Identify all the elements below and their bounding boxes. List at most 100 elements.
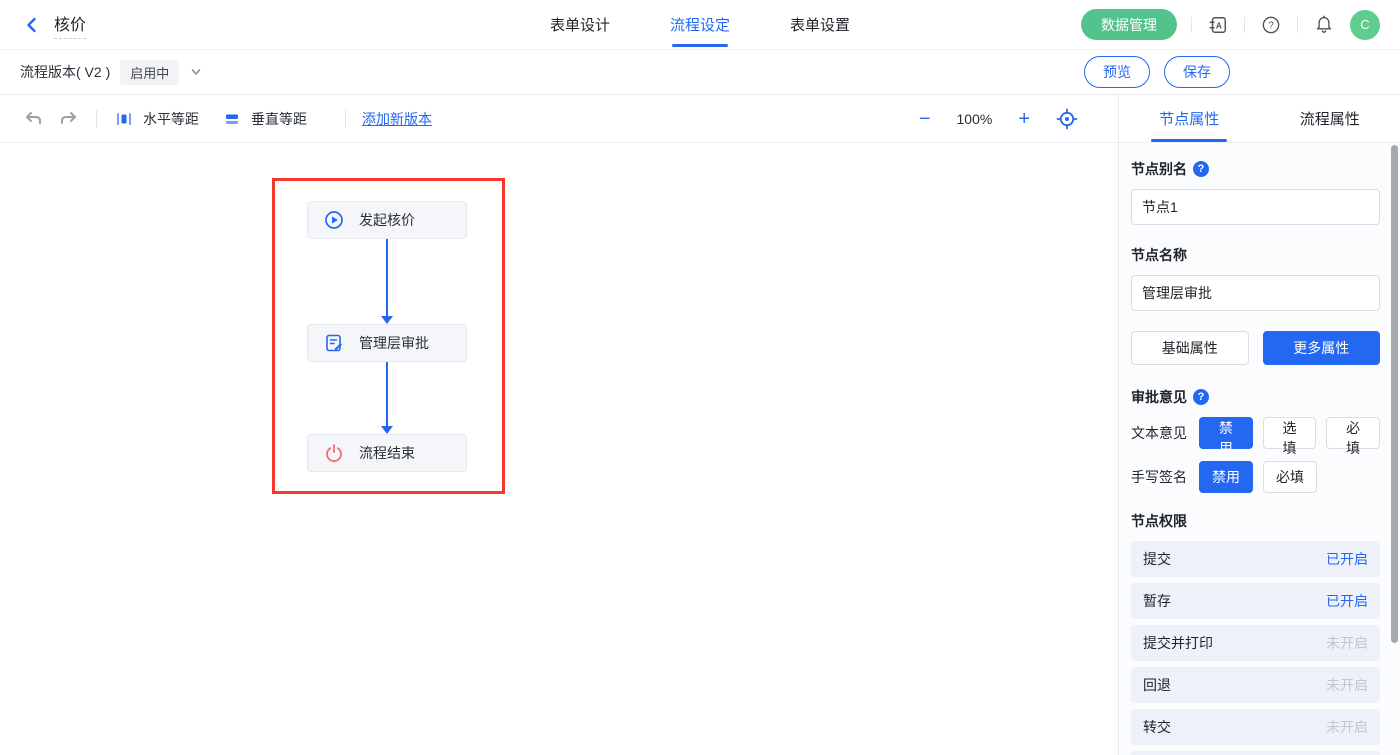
flow-edge bbox=[386, 239, 388, 317]
document-edit-icon bbox=[322, 331, 346, 355]
top-header: 核价 表单设计 流程设定 表单设置 数据管理 A ? C bbox=[0, 0, 1400, 50]
canvas-toolbar: 水平等距 垂直等距 添加新版本 − 100% + bbox=[0, 95, 1118, 143]
node-alias-input[interactable] bbox=[1131, 189, 1380, 225]
tab-flow-properties[interactable]: 流程属性 bbox=[1260, 95, 1400, 142]
panel-scrollbar[interactable] bbox=[1391, 145, 1398, 643]
chevron-left-icon bbox=[20, 13, 44, 37]
redo-icon[interactable] bbox=[58, 108, 80, 130]
save-button[interactable]: 保存 bbox=[1164, 56, 1230, 88]
divider bbox=[96, 110, 97, 128]
zoom-in-button[interactable]: + bbox=[1018, 109, 1030, 129]
flow-node-start[interactable]: 发起核价 bbox=[307, 201, 467, 239]
permission-label: 转交 bbox=[1143, 717, 1171, 737]
flow-node-approval[interactable]: 管理层审批 bbox=[307, 324, 467, 362]
flow-edge bbox=[386, 362, 388, 426]
svg-text:A: A bbox=[1216, 20, 1222, 30]
tab-form-design[interactable]: 表单设计 bbox=[550, 0, 610, 50]
tab-form-setting[interactable]: 表单设置 bbox=[790, 0, 850, 50]
permission-row-partial[interactable] bbox=[1131, 751, 1380, 755]
property-mode-buttons: 基础属性 更多属性 bbox=[1131, 331, 1380, 365]
flow-canvas[interactable]: 发起核价 管理层审批 流程结束 bbox=[0, 143, 1118, 755]
approval-opinion-label: 审批意见 bbox=[1131, 387, 1187, 407]
vertical-distribute-icon bbox=[221, 108, 243, 130]
permission-row-submit[interactable]: 提交 已开启 bbox=[1131, 541, 1380, 577]
node-alias-section: 节点别名 ? bbox=[1131, 159, 1380, 179]
signature-disable-button[interactable]: 禁用 bbox=[1199, 461, 1253, 493]
divider bbox=[345, 110, 346, 128]
text-opinion-label: 文本意见 bbox=[1131, 423, 1199, 443]
permission-status: 未开启 bbox=[1326, 633, 1368, 653]
flow-node-end[interactable]: 流程结束 bbox=[307, 434, 467, 472]
permission-row-submit-print[interactable]: 提交并打印 未开启 bbox=[1131, 625, 1380, 661]
permission-label: 提交 bbox=[1143, 549, 1171, 569]
question-circle-icon[interactable]: ? bbox=[1193, 389, 1209, 405]
tab-flow-setting[interactable]: 流程设定 bbox=[670, 0, 730, 50]
panel-content: 节点别名 ? 节点名称 基础属性 更多属性 审批意见 ? 文本意见 bbox=[1119, 143, 1400, 755]
app-window: 核价 表单设计 流程设定 表单设置 数据管理 A ? C 流程版本( V2 ) … bbox=[0, 0, 1400, 755]
help-icon[interactable]: ? bbox=[1259, 13, 1283, 37]
question-circle-icon[interactable]: ? bbox=[1193, 161, 1209, 177]
divider bbox=[1297, 17, 1298, 33]
panel-tabs: 节点属性 流程属性 bbox=[1119, 95, 1400, 143]
back-button[interactable] bbox=[20, 13, 44, 37]
status-badge: 启用中 bbox=[120, 60, 179, 85]
signature-required-button[interactable]: 必填 bbox=[1263, 461, 1317, 493]
divider bbox=[1191, 17, 1192, 33]
node-label: 管理层审批 bbox=[359, 333, 429, 353]
node-label: 流程结束 bbox=[359, 443, 415, 463]
permission-label: 提交并打印 bbox=[1143, 633, 1213, 653]
zoom-level: 100% bbox=[957, 111, 993, 127]
permission-status: 已开启 bbox=[1326, 549, 1368, 569]
more-properties-button[interactable]: 更多属性 bbox=[1263, 331, 1381, 365]
contacts-icon[interactable]: A bbox=[1206, 13, 1230, 37]
user-avatar[interactable]: C bbox=[1350, 10, 1380, 40]
header-actions: 数据管理 A ? C bbox=[1081, 9, 1380, 40]
text-opinion-optional-button[interactable]: 选填 bbox=[1263, 417, 1317, 449]
node-alias-label: 节点别名 bbox=[1131, 159, 1187, 179]
page-title: 核价 bbox=[54, 11, 86, 39]
node-name-label: 节点名称 bbox=[1131, 245, 1187, 265]
version-dropdown[interactable] bbox=[189, 65, 203, 79]
divider bbox=[1244, 17, 1245, 33]
node-permissions-section: 节点权限 bbox=[1131, 511, 1380, 531]
add-new-version-link[interactable]: 添加新版本 bbox=[362, 109, 432, 129]
vertical-distribute-label: 垂直等距 bbox=[251, 109, 307, 129]
permission-status: 未开启 bbox=[1326, 675, 1368, 695]
fit-view-icon[interactable] bbox=[1056, 108, 1078, 130]
permission-row-rollback[interactable]: 回退 未开启 bbox=[1131, 667, 1380, 703]
tab-node-properties[interactable]: 节点属性 bbox=[1119, 95, 1260, 142]
text-opinion-required-button[interactable]: 必填 bbox=[1326, 417, 1380, 449]
signature-row: 手写签名 禁用 必填 bbox=[1131, 461, 1380, 493]
permission-status: 未开启 bbox=[1326, 717, 1368, 737]
text-opinion-disable-button[interactable]: 禁用 bbox=[1199, 417, 1253, 449]
permission-status: 已开启 bbox=[1326, 591, 1368, 611]
undo-icon[interactable] bbox=[22, 108, 44, 130]
version-bar: 流程版本( V2 ) 启用中 预览 保存 bbox=[0, 50, 1400, 95]
bell-icon[interactable] bbox=[1312, 13, 1336, 37]
canvas-column: 水平等距 垂直等距 添加新版本 − 100% + bbox=[0, 95, 1118, 755]
version-actions: 预览 保存 bbox=[1084, 56, 1380, 88]
node-permissions-label: 节点权限 bbox=[1131, 511, 1187, 531]
permission-row-save-draft[interactable]: 暂存 已开启 bbox=[1131, 583, 1380, 619]
node-label: 发起核价 bbox=[359, 210, 415, 230]
vertical-distribute-button[interactable]: 垂直等距 bbox=[221, 108, 307, 130]
text-opinion-row: 文本意见 禁用 选填 必填 bbox=[1131, 417, 1380, 449]
permission-label: 回退 bbox=[1143, 675, 1171, 695]
zoom-controls: − 100% + bbox=[919, 108, 1096, 130]
text-opinion-options: 禁用 选填 必填 bbox=[1199, 417, 1380, 449]
node-name-input[interactable] bbox=[1131, 275, 1380, 311]
signature-label: 手写签名 bbox=[1131, 467, 1199, 487]
svg-text:?: ? bbox=[1268, 20, 1274, 31]
horizontal-distribute-icon bbox=[113, 108, 135, 130]
approval-opinion-section: 审批意见 ? bbox=[1131, 387, 1380, 407]
preview-button[interactable]: 预览 bbox=[1084, 56, 1150, 88]
basic-properties-button[interactable]: 基础属性 bbox=[1131, 331, 1249, 365]
arrow-down-icon bbox=[381, 316, 393, 324]
permission-row-transfer[interactable]: 转交 未开启 bbox=[1131, 709, 1380, 745]
horizontal-distribute-button[interactable]: 水平等距 bbox=[113, 108, 199, 130]
play-circle-icon bbox=[322, 208, 346, 232]
zoom-out-button[interactable]: − bbox=[919, 109, 931, 129]
data-manage-button[interactable]: 数据管理 bbox=[1081, 9, 1177, 40]
permission-label: 暂存 bbox=[1143, 591, 1171, 611]
node-name-section: 节点名称 bbox=[1131, 245, 1380, 265]
